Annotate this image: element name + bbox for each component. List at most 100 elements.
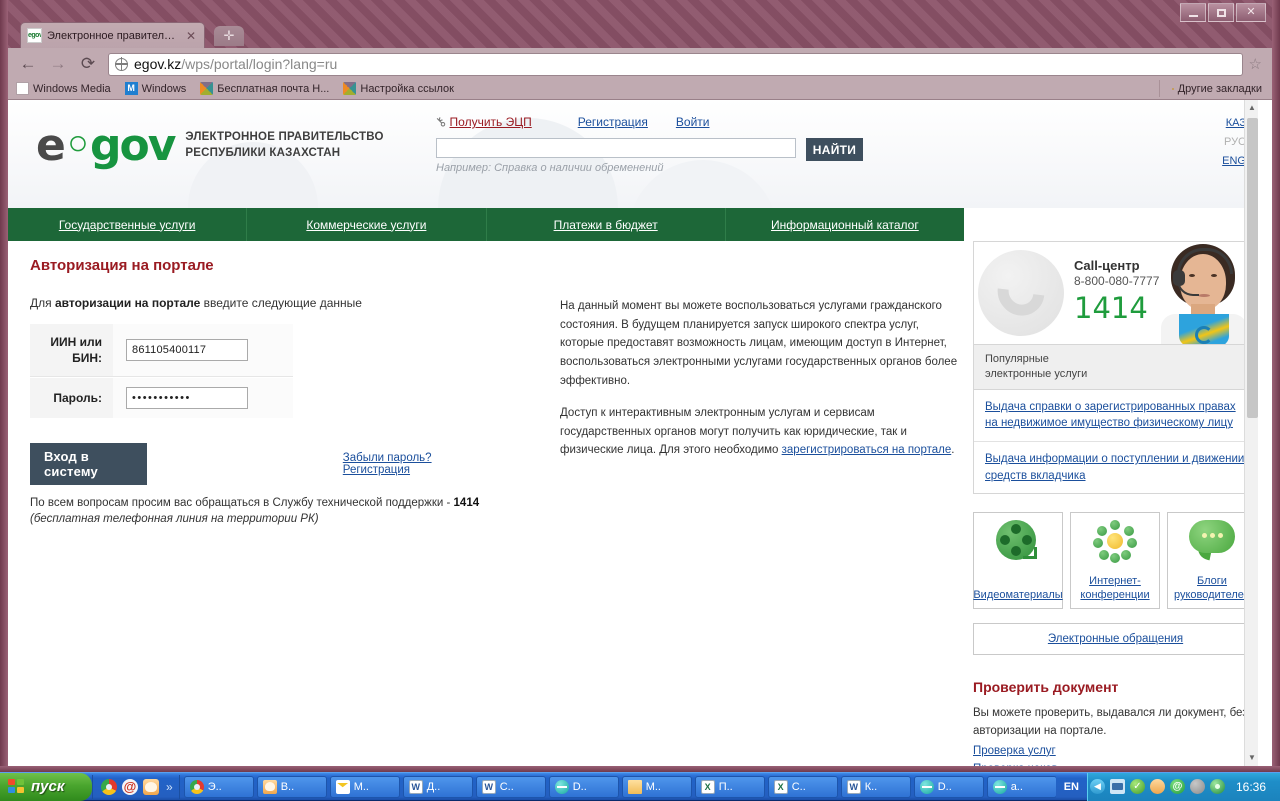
address-bar[interactable]: egov.kz/wps/portal/login?lang=ru <box>108 53 1243 76</box>
clock[interactable]: 16:36 <box>1230 780 1274 794</box>
lang-eng-link[interactable]: ENG <box>1222 152 1246 171</box>
outlook-icon <box>336 780 350 794</box>
password-input-cell <box>113 378 273 418</box>
nav-link[interactable]: Государственные услуги <box>59 218 196 232</box>
windows-logo-icon <box>8 779 25 794</box>
volume-icon[interactable] <box>1190 779 1205 794</box>
back-icon[interactable]: ← <box>16 52 40 76</box>
task-button[interactable]: С.. <box>476 776 546 798</box>
reload-icon[interactable]: ⟳ <box>76 52 100 76</box>
registration-link[interactable]: Регистрация <box>343 464 410 476</box>
page-scrollbar[interactable]: ▲ ▼ <box>1244 100 1258 766</box>
bookmark-item[interactable]: Windows Media <box>16 82 111 95</box>
page-title: Авторизация на портале <box>30 257 553 274</box>
maximize-button[interactable] <box>1208 3 1234 22</box>
iin-input[interactable] <box>126 339 248 361</box>
check-document-description: Вы можете проверить, выдавался ли докуме… <box>973 705 1258 740</box>
list-item[interactable]: Выдача справки о зарегистрированных прав… <box>974 390 1257 442</box>
header-registration-link[interactable]: Регистрация <box>578 115 648 129</box>
task-button[interactable]: К.. <box>841 776 911 798</box>
tab-title: Электронное правительс... <box>47 30 179 42</box>
popular-service-link[interactable]: Выдача справки о зарегистрированных прав… <box>985 401 1236 430</box>
login-sublinks: Забыли пароль? Регистрация <box>343 452 553 476</box>
word-icon <box>409 780 423 794</box>
minimize-button[interactable] <box>1180 3 1206 22</box>
list-item[interactable]: Выдача информации о поступлении и движен… <box>974 442 1257 493</box>
scrollbar-thumb[interactable] <box>1247 118 1258 418</box>
e-appeal-box[interactable]: Электронные обращения <box>973 623 1258 655</box>
task-label: D.. <box>573 781 587 793</box>
scroll-up-icon[interactable]: ▲ <box>1245 100 1259 116</box>
task-button[interactable]: D.. <box>549 776 619 798</box>
nav-item-katalog[interactable]: Информационный каталог <box>726 208 964 241</box>
nav-item-platezhi[interactable]: Платежи в бюджет <box>487 208 726 241</box>
at-sign-icon[interactable]: @ <box>122 779 138 795</box>
nav-item-kom-uslugi[interactable]: Коммерческие услуги <box>247 208 486 241</box>
bookmark-star-icon[interactable]: ☆ <box>1249 55 1264 73</box>
forward-icon[interactable]: → <box>46 52 70 76</box>
task-button[interactable]: М.. <box>330 776 400 798</box>
start-button[interactable]: пуск <box>0 773 92 801</box>
other-bookmarks-button[interactable]: Другие закладки <box>1159 80 1262 97</box>
browser-tab[interactable]: egov Электронное правительс... ✕ <box>20 22 205 48</box>
bookmark-item[interactable]: Настройка ссылок <box>343 82 454 95</box>
register-on-portal-link[interactable]: зарегистрироваться на портале <box>782 444 952 456</box>
close-button[interactable]: ✕ <box>1236 3 1266 22</box>
scroll-down-icon[interactable]: ▼ <box>1245 750 1259 766</box>
tile-label: Видеоматериалы <box>973 588 1062 608</box>
task-button[interactable]: Э.. <box>184 776 254 798</box>
at-sign-tray-icon[interactable]: @ <box>1170 779 1185 794</box>
password-input[interactable] <box>126 387 248 409</box>
task-label: П.. <box>719 781 733 793</box>
bookmark-item[interactable]: M Windows <box>125 82 187 95</box>
chrome-icon[interactable] <box>101 779 117 795</box>
task-button[interactable]: Д.. <box>403 776 473 798</box>
mail-icon[interactable] <box>143 779 159 795</box>
antivirus-shield-icon[interactable] <box>1130 779 1145 794</box>
task-button[interactable]: С.. <box>768 776 838 798</box>
tile-conference[interactable]: Интернет-конференции <box>1070 512 1160 609</box>
nav-item-gos-uslugi[interactable]: Государственные услуги <box>8 208 247 241</box>
header-login-link[interactable]: Войти <box>676 115 710 129</box>
task-label: С.. <box>500 781 514 793</box>
bookmark-label: Настройка ссылок <box>360 83 454 95</box>
task-button[interactable]: П.. <box>695 776 765 798</box>
video-link[interactable]: Видеоматериалы <box>973 589 1062 601</box>
check-services-link[interactable]: Проверка услуг <box>973 743 1258 761</box>
search-input[interactable] <box>436 138 796 158</box>
blogs-link[interactable]: Блоги руководителей <box>1174 575 1250 601</box>
search-button[interactable]: НАЙТИ <box>806 138 863 161</box>
bookmark-item[interactable]: Бесплатная почта Н... <box>200 82 329 95</box>
get-ecp-link[interactable]: Получить ЭЦП <box>450 115 532 129</box>
new-tab-button[interactable]: ✛ <box>214 26 244 46</box>
quick-launch-bar: @ » <box>92 775 180 799</box>
task-button[interactable]: а.. <box>987 776 1056 798</box>
logo-text-line1: ЭЛЕКТРОННОЕ ПРАВИТЕЛЬСТВО <box>185 130 383 146</box>
login-intro: Для авторизации на портале введите следу… <box>30 296 553 310</box>
nav-link[interactable]: Коммерческие услуги <box>306 218 426 232</box>
tab-close-icon[interactable]: ✕ <box>184 29 198 43</box>
nav-link[interactable]: Информационный каталог <box>771 218 919 232</box>
intro-bold: авторизации на портале <box>55 296 200 310</box>
tray-expand-icon[interactable]: ◀ <box>1090 779 1105 794</box>
bookmark-label: Windows <box>142 83 187 95</box>
quicklaunch-more-icon[interactable]: » <box>164 780 173 794</box>
main-navigation: Государственные услуги Коммерческие услу… <box>8 208 964 241</box>
mail-tray-icon[interactable] <box>1150 779 1165 794</box>
task-button[interactable]: D.. <box>914 776 984 798</box>
conference-link[interactable]: Интернет-конференции <box>1080 575 1149 601</box>
network-icon[interactable] <box>1110 779 1125 794</box>
site-logo[interactable]: e◦gov ЭЛЕКТРОННОЕ ПРАВИТЕЛЬСТВО РЕСПУБЛИ… <box>36 124 384 168</box>
nav-link[interactable]: Платежи в бюджет <box>554 218 658 232</box>
e-appeal-link[interactable]: Электронные обращения <box>1048 633 1183 645</box>
lang-kaz-link[interactable]: КАЗ <box>1222 114 1246 133</box>
task-button[interactable]: В.. <box>257 776 327 798</box>
check-receipts-link[interactable]: Проверка чеков <box>973 761 1258 766</box>
language-indicator[interactable]: EN <box>1056 781 1087 793</box>
login-submit-button[interactable]: Вход в систему <box>30 443 147 485</box>
forgot-password-link[interactable]: Забыли пароль? <box>343 452 432 464</box>
disc-icon[interactable] <box>1210 779 1225 794</box>
task-button[interactable]: М.. <box>622 776 692 798</box>
popular-service-link[interactable]: Выдача информации о поступлении и движен… <box>985 453 1244 482</box>
tile-video[interactable]: Видеоматериалы <box>973 512 1063 609</box>
